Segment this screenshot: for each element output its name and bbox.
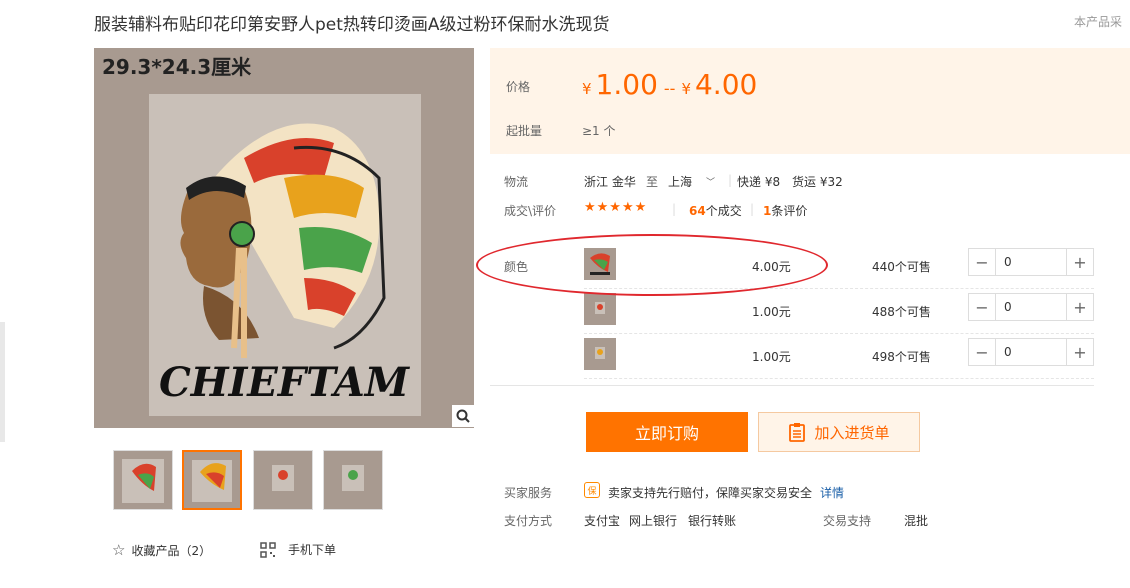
minus-button[interactable]: − [969, 249, 995, 275]
trade-support-value: 混批 [904, 514, 929, 528]
mobile-order-button[interactable]: 手机下单 [260, 541, 336, 558]
review-unit: 条评价 [771, 204, 808, 218]
deal-unit: 个成交 [705, 204, 742, 218]
guarantee-icon: 保 [584, 482, 600, 498]
main-product-image[interactable]: 29.3*24.3厘米 CHIEFTAM [94, 48, 474, 428]
thumbnail-1[interactable] [113, 450, 173, 510]
logistics-to-word: 至 [646, 175, 659, 189]
page-edge-tab [0, 322, 5, 442]
logistics-to: 上海 [668, 175, 693, 189]
thumbnail-3[interactable] [253, 450, 313, 510]
magnifier-icon [456, 409, 470, 423]
favorite-button[interactable]: ☆ 收藏产品（2） [112, 541, 211, 559]
divider-bar-3: | [750, 202, 755, 216]
minus-button[interactable]: − [969, 294, 995, 320]
payment-label: 支付方式 [504, 514, 553, 528]
sku-price: 1.00元 [752, 305, 791, 319]
price-range: ¥ 1.00 -- ¥ 4.00 [582, 68, 757, 101]
trade-support-label: 交易支持 [823, 514, 872, 528]
plus-button[interactable]: + [1067, 339, 1093, 365]
deal-count: 64 [689, 204, 706, 218]
logistics-label: 物流 [504, 175, 529, 189]
section-divider [490, 385, 1094, 386]
sku-row-3: 1.00元 498个可售 − 0 + [584, 334, 1094, 379]
sku-image[interactable] [584, 338, 616, 370]
moq-value: ≥1 个 [582, 124, 616, 138]
buy-now-button[interactable]: 立即订购 [586, 412, 748, 452]
image-logo-text: CHIEFTAM [159, 359, 411, 406]
moq-label: 起批量 [506, 124, 543, 138]
price-high: 4.00 [694, 68, 758, 101]
quantity-input[interactable]: 0 [995, 294, 1067, 320]
mobile-order-label: 手机下单 [288, 543, 337, 557]
service-label: 买家服务 [504, 486, 553, 500]
product-title: 服装辅料布贴印花印第安野人pet热转印烫画A级过粉环保耐水洗现货 [94, 15, 610, 35]
add-to-cart-label: 加入进货单 [814, 423, 890, 442]
destination-select[interactable]: 上海 ﹀ [668, 173, 715, 190]
favorite-label: 收藏产品（2） [131, 543, 212, 558]
quantity-stepper: − 0 + [968, 248, 1094, 276]
sku-stock: 440个可售 [872, 260, 931, 274]
freight-fee: 货运 ¥32 [792, 175, 843, 189]
price-separator: -- [663, 79, 676, 98]
qrcode-icon [260, 541, 276, 558]
star-outline-icon: ☆ [112, 541, 126, 559]
payment-method-alipay: 支付宝 [584, 514, 621, 528]
sku-stock: 488个可售 [872, 305, 931, 319]
product-artwork: 29.3*24.3厘米 CHIEFTAM [102, 55, 421, 416]
deal-count-link[interactable]: 64个成交 [689, 202, 742, 219]
logistics-from: 浙江 金华 [584, 175, 636, 189]
price-panel: 价格 ¥ 1.00 -- ¥ 4.00 起批量 ≥1 个 [490, 48, 1130, 154]
express-fee: 快递 ¥8 [737, 175, 781, 189]
payment-method-transfer: 银行转账 [688, 514, 737, 528]
quantity-stepper: − 0 + [968, 293, 1094, 321]
rating-stars: ★★★★★ [584, 200, 648, 215]
zoom-button[interactable] [452, 405, 474, 427]
thumbnail-4[interactable] [323, 450, 383, 510]
quantity-input[interactable]: 0 [995, 249, 1067, 275]
clipboard-icon [789, 423, 806, 442]
highlight-ellipse [476, 234, 828, 296]
thumbnail-2[interactable] [182, 450, 242, 510]
sku-price: 1.00元 [752, 350, 791, 364]
quantity-input[interactable]: 0 [995, 339, 1067, 365]
divider-bar: | [728, 173, 733, 187]
plus-button[interactable]: + [1067, 249, 1093, 275]
currency-symbol-2: ¥ [681, 80, 691, 98]
service-details-link[interactable]: 详情 [820, 484, 844, 501]
currency-symbol: ¥ [582, 80, 592, 98]
side-note: 本产品采 [1074, 15, 1123, 29]
sku-image[interactable] [584, 293, 616, 325]
review-count-link[interactable]: 1条评价 [763, 202, 807, 219]
size-label: 29.3*24.3厘米 [102, 55, 252, 79]
sku-stock: 498个可售 [872, 350, 931, 364]
plus-button[interactable]: + [1067, 294, 1093, 320]
quantity-stepper: − 0 + [968, 338, 1094, 366]
minus-button[interactable]: − [969, 339, 995, 365]
divider-bar-2: | [672, 202, 677, 216]
deals-label: 成交\评价 [504, 204, 557, 218]
price-label: 价格 [506, 80, 531, 94]
service-text: 卖家支持先行赔付，保障买家交易安全 [608, 486, 813, 500]
add-to-cart-button[interactable]: 加入进货单 [758, 412, 920, 452]
chevron-down-icon: ﹀ [706, 178, 716, 188]
payment-method-online-bank: 网上银行 [629, 514, 678, 528]
price-low: 1.00 [595, 68, 658, 101]
